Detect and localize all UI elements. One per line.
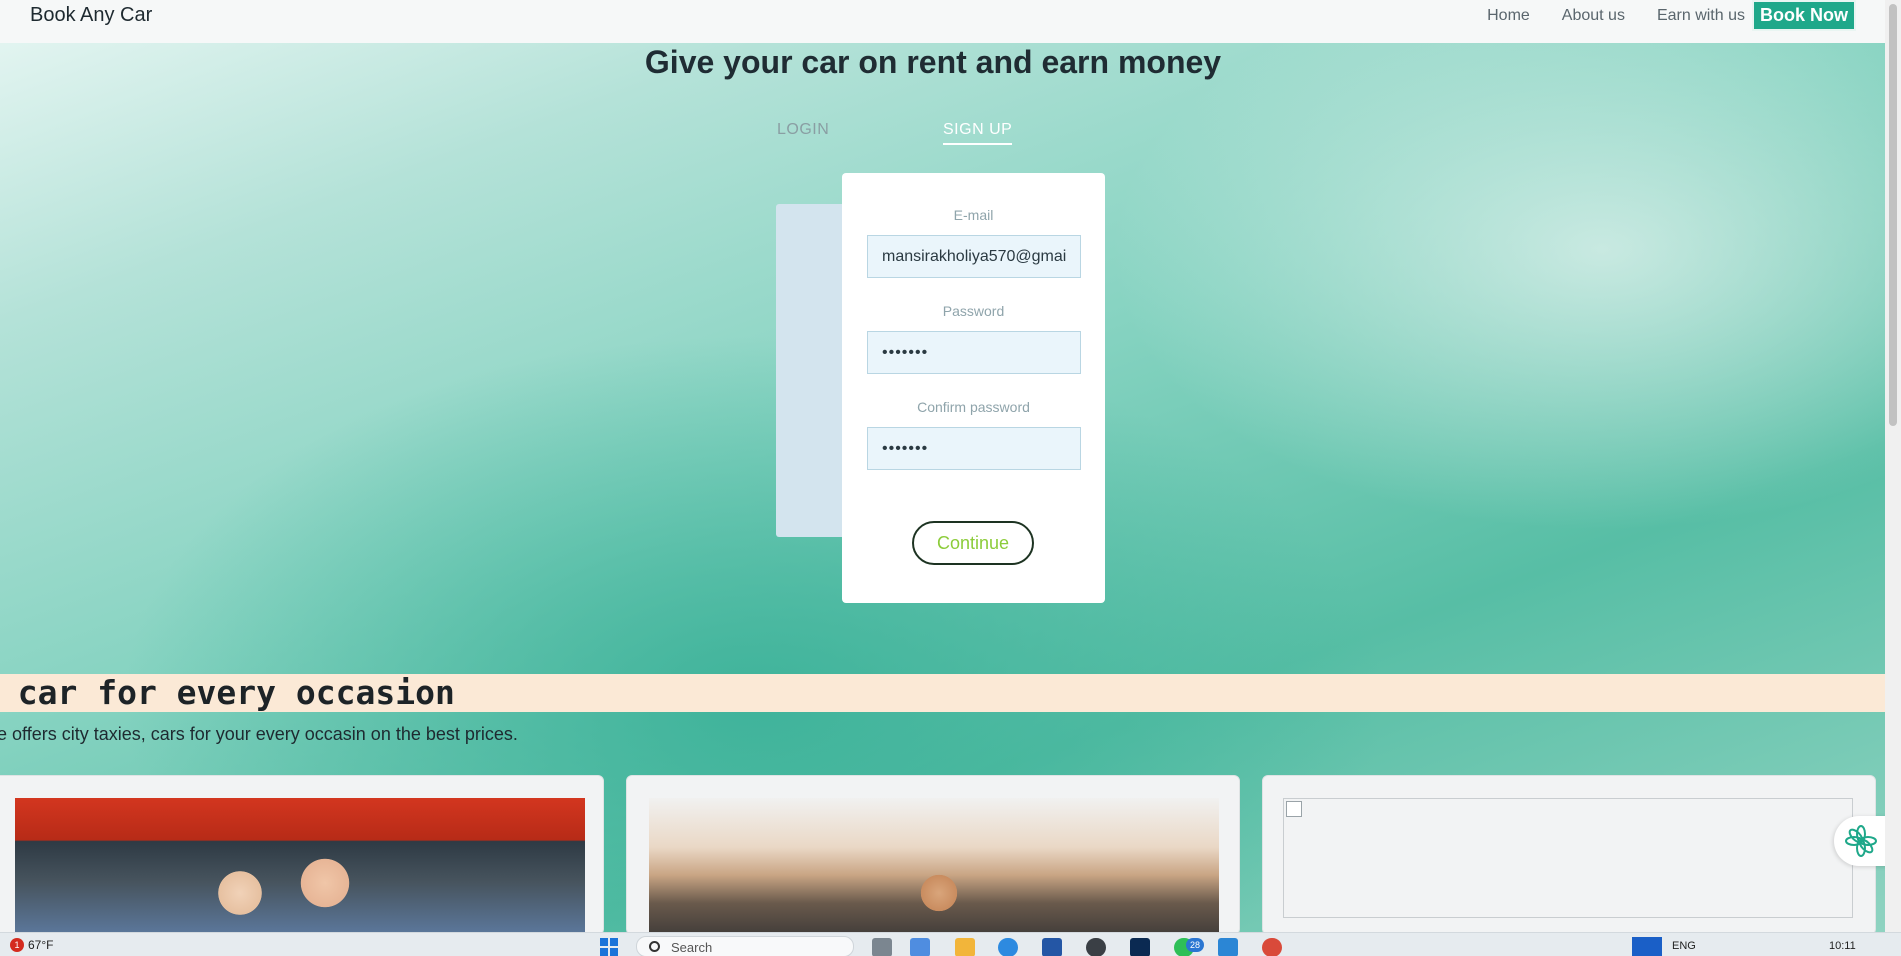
nav-links: Home About us Earn with us <box>1455 0 1745 32</box>
car-card-3[interactable] <box>1262 775 1876 935</box>
vscode-icon[interactable] <box>1218 938 1238 956</box>
nav-link-home[interactable]: Home <box>1487 7 1530 25</box>
car-card-image-family <box>15 798 585 934</box>
car-card-image-convertible <box>649 798 1219 934</box>
password-field[interactable] <box>867 331 1081 374</box>
store-icon[interactable] <box>1042 938 1062 956</box>
scrollbar-thumb[interactable] <box>1889 4 1897 426</box>
continue-button[interactable]: Continue <box>912 521 1034 565</box>
copilot-icon[interactable] <box>910 938 930 956</box>
tab-login[interactable]: LOGIN <box>777 121 829 139</box>
weather-alert-badge: 1 <box>10 938 24 952</box>
page-title: Give your car on rent and earn money <box>644 44 1222 80</box>
taskbar-search-placeholder: Search <box>671 940 713 955</box>
weather-widget[interactable]: 1 67°F <box>10 938 53 952</box>
book-now-button[interactable]: Book Now <box>1752 0 1856 31</box>
email-field[interactable] <box>867 235 1081 278</box>
assistant-button[interactable] <box>1834 816 1890 866</box>
top-navbar: Book Any Car Home About us Earn with us … <box>0 0 1885 43</box>
car-card-2[interactable] <box>626 775 1240 935</box>
password-label: Password <box>942 303 1005 319</box>
occasion-description: e offers city taxies, cars for your ever… <box>0 724 518 744</box>
whatsapp-unread-badge: 28 <box>1186 938 1204 952</box>
car-card-1[interactable] <box>0 775 604 935</box>
car-card-image-broken <box>1283 798 1853 918</box>
windows-start-icon[interactable] <box>600 938 618 956</box>
confirm-password-label: Confirm password <box>917 399 1030 415</box>
weather-temperature: 67°F <box>28 938 54 952</box>
email-label: E-mail <box>953 207 994 223</box>
broken-image-icon <box>1286 801 1302 817</box>
file-explorer-icon[interactable] <box>955 938 975 956</box>
clock[interactable]: 10:11 <box>1829 940 1856 952</box>
brand-logo-text[interactable]: Book Any Car <box>30 4 152 27</box>
auth-tabs: LOGIN SIGN UP <box>0 121 1885 151</box>
dell-icon[interactable] <box>1086 938 1106 956</box>
nav-link-about-us[interactable]: About us <box>1562 7 1625 25</box>
windows-taskbar: 1 67°F Search ENG 10:11 <box>0 932 1901 956</box>
language-indicator[interactable]: ENG <box>1672 940 1696 952</box>
search-icon <box>649 941 660 952</box>
assistant-flower-icon <box>1845 825 1877 857</box>
taskbar-search[interactable]: Search <box>636 936 854 956</box>
task-view-icon[interactable] <box>872 938 892 956</box>
occasion-heading: a car for every occasion <box>0 673 455 712</box>
photoshop-icon[interactable] <box>1130 938 1150 956</box>
form-back-panel <box>776 204 846 537</box>
nav-link-earn-with-us[interactable]: Earn with us <box>1657 7 1745 25</box>
edge-icon[interactable] <box>998 938 1018 956</box>
tray-app-icon[interactable] <box>1632 937 1662 956</box>
chrome-icon[interactable] <box>1262 938 1282 956</box>
page-scrollbar[interactable] <box>1885 0 1901 932</box>
confirm-password-field[interactable] <box>867 427 1081 470</box>
signup-form-card: E-mail Password Confirm password Continu… <box>842 173 1105 603</box>
tab-signup[interactable]: SIGN UP <box>943 121 1013 145</box>
